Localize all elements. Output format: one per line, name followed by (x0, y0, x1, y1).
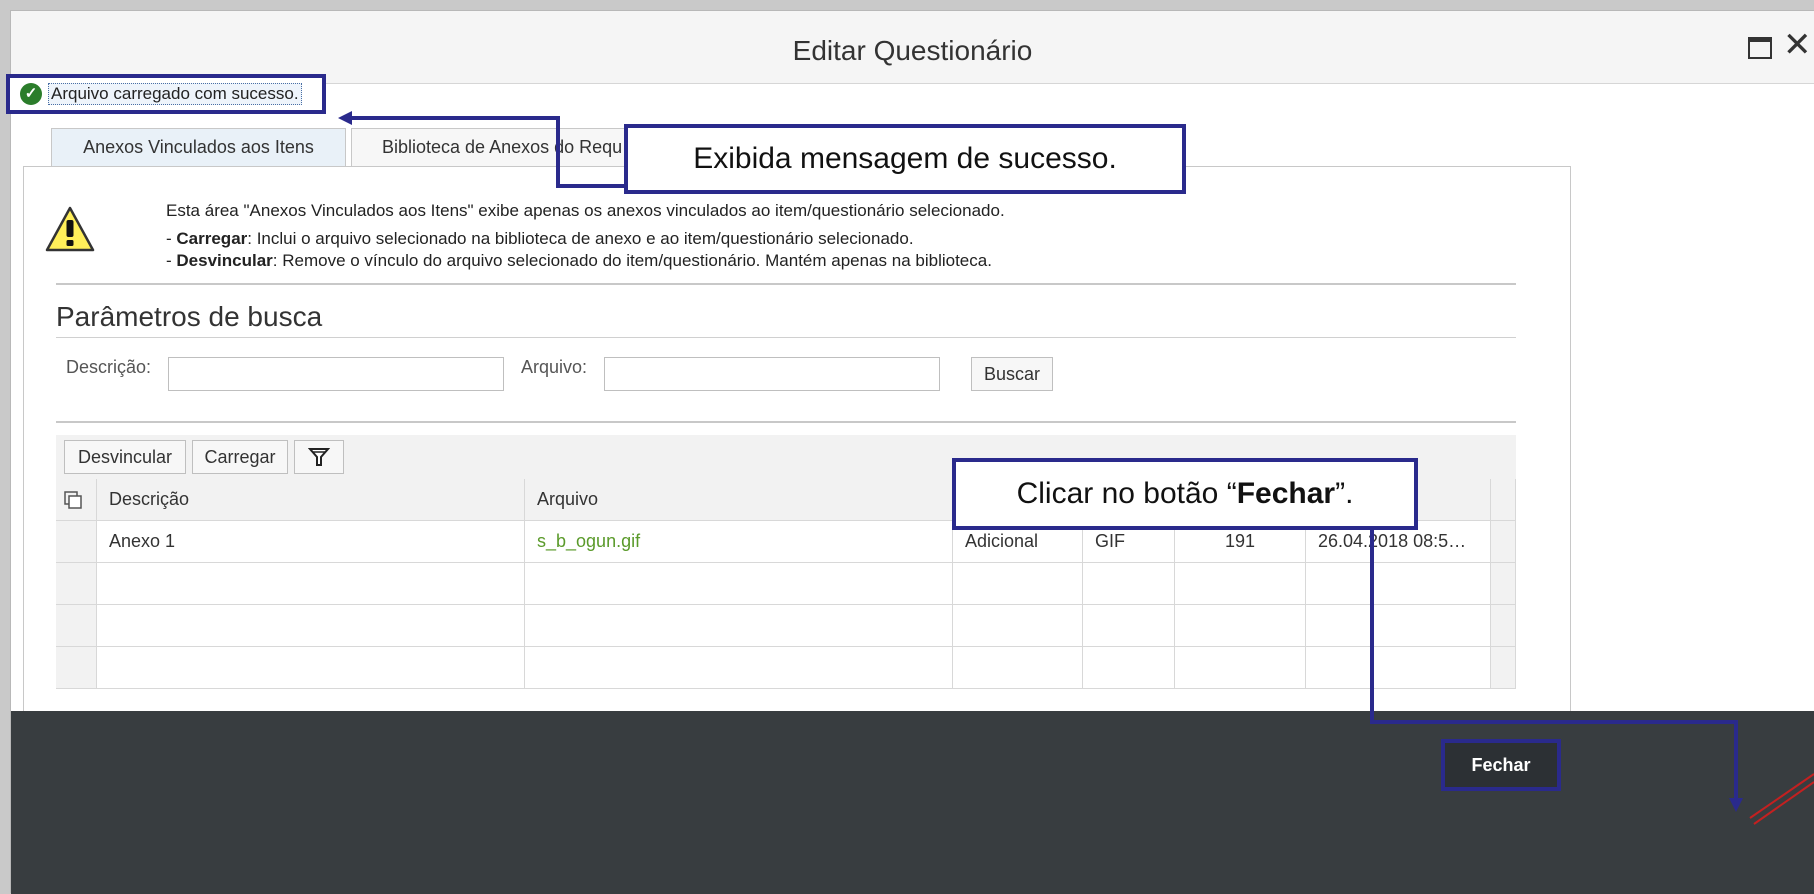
close-icon[interactable]: ✕ (1783, 28, 1812, 62)
info-upload: - Carregar: Inclui o arquivo selecionado… (166, 229, 914, 249)
callout-suffix: ”. (1335, 477, 1354, 510)
filter-icon (308, 448, 330, 466)
select-all-cell[interactable] (56, 479, 97, 520)
description-input[interactable] (168, 357, 504, 391)
divider (56, 283, 1516, 285)
cell-file (525, 563, 953, 604)
unlink-button[interactable]: Desvincular (64, 440, 186, 474)
filter-button[interactable] (294, 440, 344, 474)
table-row (56, 605, 1516, 647)
warning-icon (45, 206, 95, 252)
cell-description (97, 605, 525, 646)
divider (56, 337, 1516, 338)
row-selector[interactable] (56, 521, 97, 562)
dialog-title: Editar Questionário (792, 35, 1033, 66)
info-upload-text: : Inclui o arquivo selecionado na biblio… (247, 229, 914, 248)
file-label: Arquivo: (521, 357, 588, 377)
row-end (1491, 521, 1516, 562)
cell-description: Anexo 1 (97, 521, 525, 562)
annotation-callout-close: Clicar no botão “Fechar”. (952, 458, 1418, 530)
cell-type (953, 563, 1083, 604)
row-selector (56, 647, 97, 688)
column-header[interactable]: Descrição (97, 479, 525, 520)
callout-prefix: Clicar no botão “ (1016, 477, 1237, 510)
row-end (1491, 563, 1516, 604)
column-settings-cell (1491, 479, 1516, 520)
table-row (56, 647, 1516, 689)
success-message: ✓ Arquivo carregado com sucesso. (6, 74, 326, 114)
info-unlink: - Desvincular: Remove o vínculo do arqui… (166, 251, 992, 271)
cell-size (1175, 563, 1306, 604)
file-input[interactable] (604, 357, 940, 391)
row-end (1491, 647, 1516, 688)
info-unlink-term: Desvincular (176, 251, 273, 270)
info-unlink-text: : Remove o vínculo do arquivo selecionad… (272, 251, 992, 270)
tab-attachment-library[interactable]: Biblioteca de Anexos do Requ (351, 128, 651, 166)
table-row (56, 563, 1516, 605)
cell-date (1306, 647, 1491, 688)
cell-format (1083, 647, 1175, 688)
search-params-title: Parâmetros de busca (56, 301, 323, 332)
tab-linked-attachments[interactable]: Anexos Vinculados aos Itens (51, 128, 346, 166)
cell-type (953, 647, 1083, 688)
dialog-footer: Fechar (11, 711, 1814, 894)
divider (56, 421, 1516, 423)
annotation-callout-success: Exibida mensagem de sucesso. (624, 124, 1186, 194)
checkmark-circle-icon: ✓ (20, 83, 42, 105)
row-end (1491, 605, 1516, 646)
upload-button[interactable]: Carregar (192, 440, 288, 474)
description-label: Descrição: (66, 357, 152, 377)
cell-date (1306, 563, 1491, 604)
bullet: - (166, 251, 177, 270)
callout-bold: Fechar (1236, 477, 1336, 510)
cell-date (1306, 605, 1491, 646)
cell-size (1175, 647, 1306, 688)
cell-description (97, 647, 525, 688)
close-dialog-button[interactable]: Fechar (1441, 739, 1561, 791)
search-button[interactable]: Buscar (971, 357, 1053, 391)
cell-file-link[interactable]: s_b_ogun.gif (525, 521, 953, 562)
bullet: - (166, 229, 177, 248)
column-header[interactable]: Arquivo (525, 479, 953, 520)
row-selector (56, 605, 97, 646)
cell-file (525, 605, 953, 646)
info-upload-term: Carregar (176, 229, 248, 248)
cell-type (953, 605, 1083, 646)
cell-description (97, 563, 525, 604)
cell-file (525, 647, 953, 688)
success-message-text: Arquivo carregado com sucesso. (48, 83, 302, 105)
cell-format (1083, 563, 1175, 604)
cell-format (1083, 605, 1175, 646)
cell-size (1175, 605, 1306, 646)
info-description: Esta área "Anexos Vinculados aos Itens" … (166, 201, 1005, 220)
row-selector (56, 563, 97, 604)
maximize-icon[interactable] (1748, 37, 1772, 59)
select-all-icon (64, 490, 82, 509)
